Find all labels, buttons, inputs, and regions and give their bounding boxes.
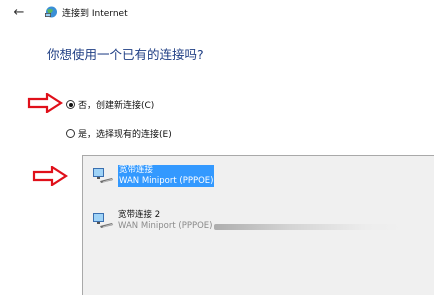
- annotation-arrow-icon: [27, 93, 63, 113]
- radio-use-existing-connection[interactable]: 是，选择现有的连接(E): [66, 127, 172, 140]
- radio-button[interactable]: [66, 129, 75, 138]
- connection-name: 宽带连接: [118, 165, 215, 176]
- blurred-redaction: [214, 223, 405, 230]
- connection-device: WAN Miniport (PPPOE): [118, 176, 215, 187]
- broadband-connection-icon: [93, 213, 114, 228]
- connection-list[interactable]: 宽带连接 WAN Miniport (PPPOE) 宽带连接 2 WAN Min…: [82, 155, 434, 295]
- connection-device: WAN Miniport (PPPOE): [118, 221, 213, 231]
- radio-button-checked[interactable]: [66, 100, 75, 109]
- list-item-connection-1[interactable]: 宽带连接 WAN Miniport (PPPOE): [91, 165, 215, 187]
- radio-create-new-connection[interactable]: 否，创建新连接(C): [66, 98, 154, 111]
- connection-name: 宽带连接 2: [118, 210, 161, 220]
- window-title: 连接到 Internet: [62, 8, 128, 19]
- broadband-connection-icon: [93, 168, 114, 183]
- title-bar: ← 连接到 Internet: [8, 3, 128, 21]
- list-item-connection-2[interactable]: 宽带连接 2 WAN Miniport (PPPOE): [91, 210, 405, 232]
- annotation-arrow-icon: [32, 166, 68, 186]
- back-arrow-icon[interactable]: ←: [8, 5, 30, 20]
- page-question: 你想使用一个已有的连接吗?: [47, 47, 204, 62]
- network-globe-icon: [45, 6, 57, 18]
- radio-label: 是，选择现有的连接(E): [78, 130, 172, 140]
- radio-label: 否，创建新连接(C): [78, 101, 155, 111]
